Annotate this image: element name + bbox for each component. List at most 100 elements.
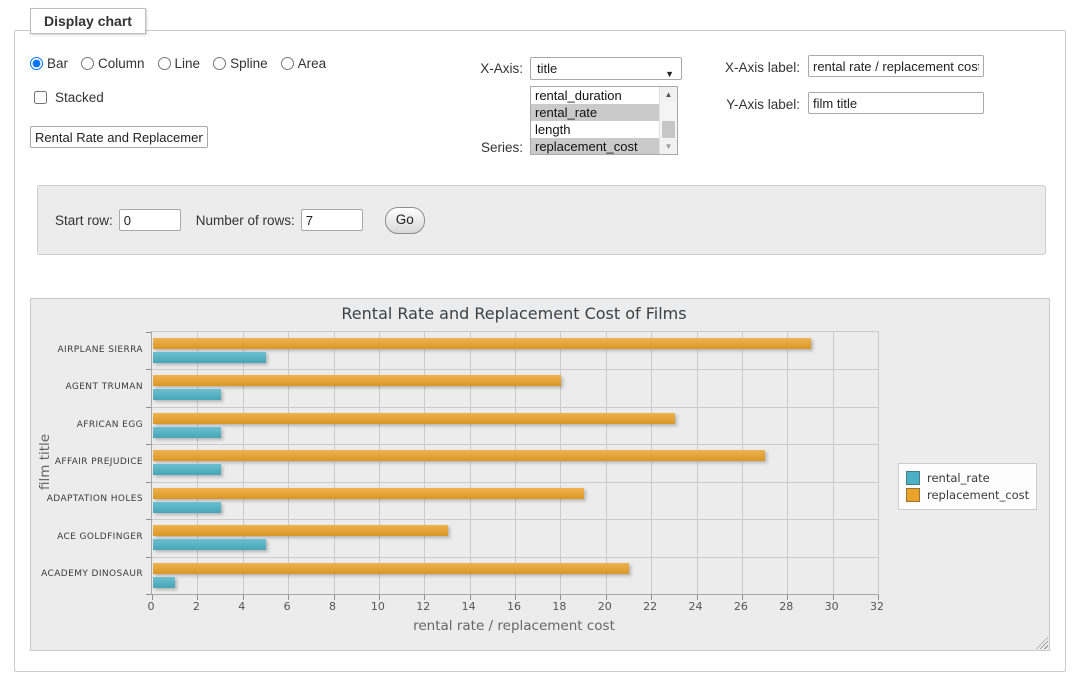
x-tick-label: 22 (625, 600, 675, 613)
gridline-vertical (515, 332, 516, 594)
chart-type-option-column[interactable]: Column (81, 56, 145, 71)
x-axis-select-value: title (537, 61, 557, 76)
category-label: AIRPLANE SIERRA (31, 345, 143, 355)
stacked-checkbox[interactable] (34, 91, 47, 104)
go-button[interactable]: Go (385, 207, 425, 234)
bar-rental_rate (153, 389, 221, 400)
chart-type-label-line: Line (175, 56, 201, 71)
chart-title-input[interactable] (30, 126, 208, 148)
gridline-vertical (243, 332, 244, 594)
y-tick-mark (146, 407, 151, 408)
x-axis-select-label: X-Axis: (455, 61, 523, 76)
chart-type-radio-bar[interactable] (30, 57, 43, 70)
y-tick-mark (146, 482, 151, 483)
start-row-input[interactable] (119, 209, 181, 231)
gridline-vertical (197, 332, 198, 594)
category-label: AGENT TRUMAN (31, 382, 143, 392)
stacked-option[interactable]: Stacked (30, 88, 104, 107)
x-tick-label: 12 (398, 600, 448, 613)
chart-type-option-bar[interactable]: Bar (30, 56, 68, 71)
x-tick-label: 4 (217, 600, 267, 613)
plot-area (151, 331, 879, 595)
chart-type-radio-area[interactable] (281, 57, 294, 70)
bar-rental_rate (153, 502, 221, 513)
x-tick-label: 24 (671, 600, 721, 613)
gridline-vertical (787, 332, 788, 594)
gridline-vertical (379, 332, 380, 594)
chart-type-option-spline[interactable]: Spline (213, 56, 268, 71)
legend-item-rental_rate: rental_rate (906, 471, 1029, 485)
gridline-vertical (651, 332, 652, 594)
fieldset-legend: Display chart (30, 8, 146, 34)
scrollbar-thumb[interactable] (662, 121, 675, 138)
chart-type-radio-spline[interactable] (213, 57, 226, 70)
y-tick-mark (146, 332, 151, 333)
x-tick-label: 6 (262, 600, 312, 613)
legend-label: rental_rate (927, 471, 990, 485)
x-axis-label-label: X-Axis label: (715, 60, 800, 75)
bar-replacement_cost (153, 563, 629, 574)
y-tick-mark (146, 519, 151, 520)
scroll-up-icon[interactable]: ▲ (660, 87, 677, 102)
chart-type-radio-column[interactable] (81, 57, 94, 70)
series-scrollbar[interactable]: ▲ ▼ (659, 87, 677, 154)
bar-rental_rate (153, 352, 266, 363)
category-label: ACE GOLDFINGER (31, 532, 143, 542)
category-label: AFRICAN EGG (31, 420, 143, 430)
gridline-vertical (288, 332, 289, 594)
chart-type-option-line[interactable]: Line (158, 56, 201, 71)
gridline-vertical (470, 332, 471, 594)
x-tick-label: 30 (807, 600, 857, 613)
stacked-label: Stacked (55, 90, 104, 105)
y-axis-label-input[interactable] (808, 92, 984, 114)
gridline-vertical (833, 332, 834, 594)
chart-type-label-column: Column (98, 56, 145, 71)
series-option-rental_rate[interactable]: rental_rate (531, 104, 660, 121)
gridline-vertical (742, 332, 743, 594)
gridline-vertical (334, 332, 335, 594)
bar-replacement_cost (153, 488, 584, 499)
y-tick-mark (146, 594, 151, 595)
chart-type-radio-group: Bar Column Line Spline Area (30, 56, 326, 71)
series-option-replacement_cost[interactable]: replacement_cost (531, 138, 660, 155)
series-option-rental_duration[interactable]: rental_duration (531, 87, 660, 104)
x-axis-select[interactable]: title ▼ (530, 57, 682, 80)
resize-handle-icon[interactable] (1036, 637, 1048, 649)
x-tick-label: 20 (580, 600, 630, 613)
scroll-down-icon[interactable]: ▼ (660, 139, 677, 154)
series-list-label: Series: (455, 140, 523, 155)
category-label: AFFAIR PREJUDICE (31, 457, 143, 467)
category-label: ACADEMY DINOSAUR (31, 569, 143, 579)
chart-type-label-bar: Bar (47, 56, 68, 71)
x-tick-label: 26 (716, 600, 766, 613)
chart-type-option-area[interactable]: Area (281, 56, 327, 71)
bar-replacement_cost (153, 338, 811, 349)
y-tick-mark (146, 444, 151, 445)
legend-item-replacement_cost: replacement_cost (906, 488, 1029, 502)
y-tick-mark (146, 557, 151, 558)
series-listbox[interactable]: rental_durationrental_ratelengthreplacem… (530, 86, 678, 155)
x-axis-label-input[interactable] (808, 55, 984, 77)
chart-title: Rental Rate and Replacement Cost of Film… (151, 304, 877, 323)
category-label: ADAPTATION HOLES (31, 494, 143, 504)
series-option-length[interactable]: length (531, 121, 660, 138)
chevron-down-icon: ▼ (665, 64, 674, 85)
x-tick-label: 18 (534, 600, 584, 613)
bar-replacement_cost (153, 525, 448, 536)
gridline-vertical (424, 332, 425, 594)
x-axis-title: rental rate / replacement cost (151, 618, 877, 634)
gridline-vertical (560, 332, 561, 594)
gridline-vertical (878, 332, 879, 594)
x-tick-label: 10 (353, 600, 403, 613)
gridline-vertical (606, 332, 607, 594)
chart-type-label-area: Area (298, 56, 327, 71)
chart-type-radio-line[interactable] (158, 57, 171, 70)
x-tick-label: 2 (171, 600, 221, 613)
number-of-rows-input[interactable] (301, 209, 363, 231)
gridline-horizontal (152, 444, 878, 445)
gridline-horizontal (152, 407, 878, 408)
number-of-rows-label: Number of rows: (196, 213, 295, 228)
x-tick-label: 32 (852, 600, 902, 613)
gridline-horizontal (152, 519, 878, 520)
bar-rental_rate (153, 464, 221, 475)
